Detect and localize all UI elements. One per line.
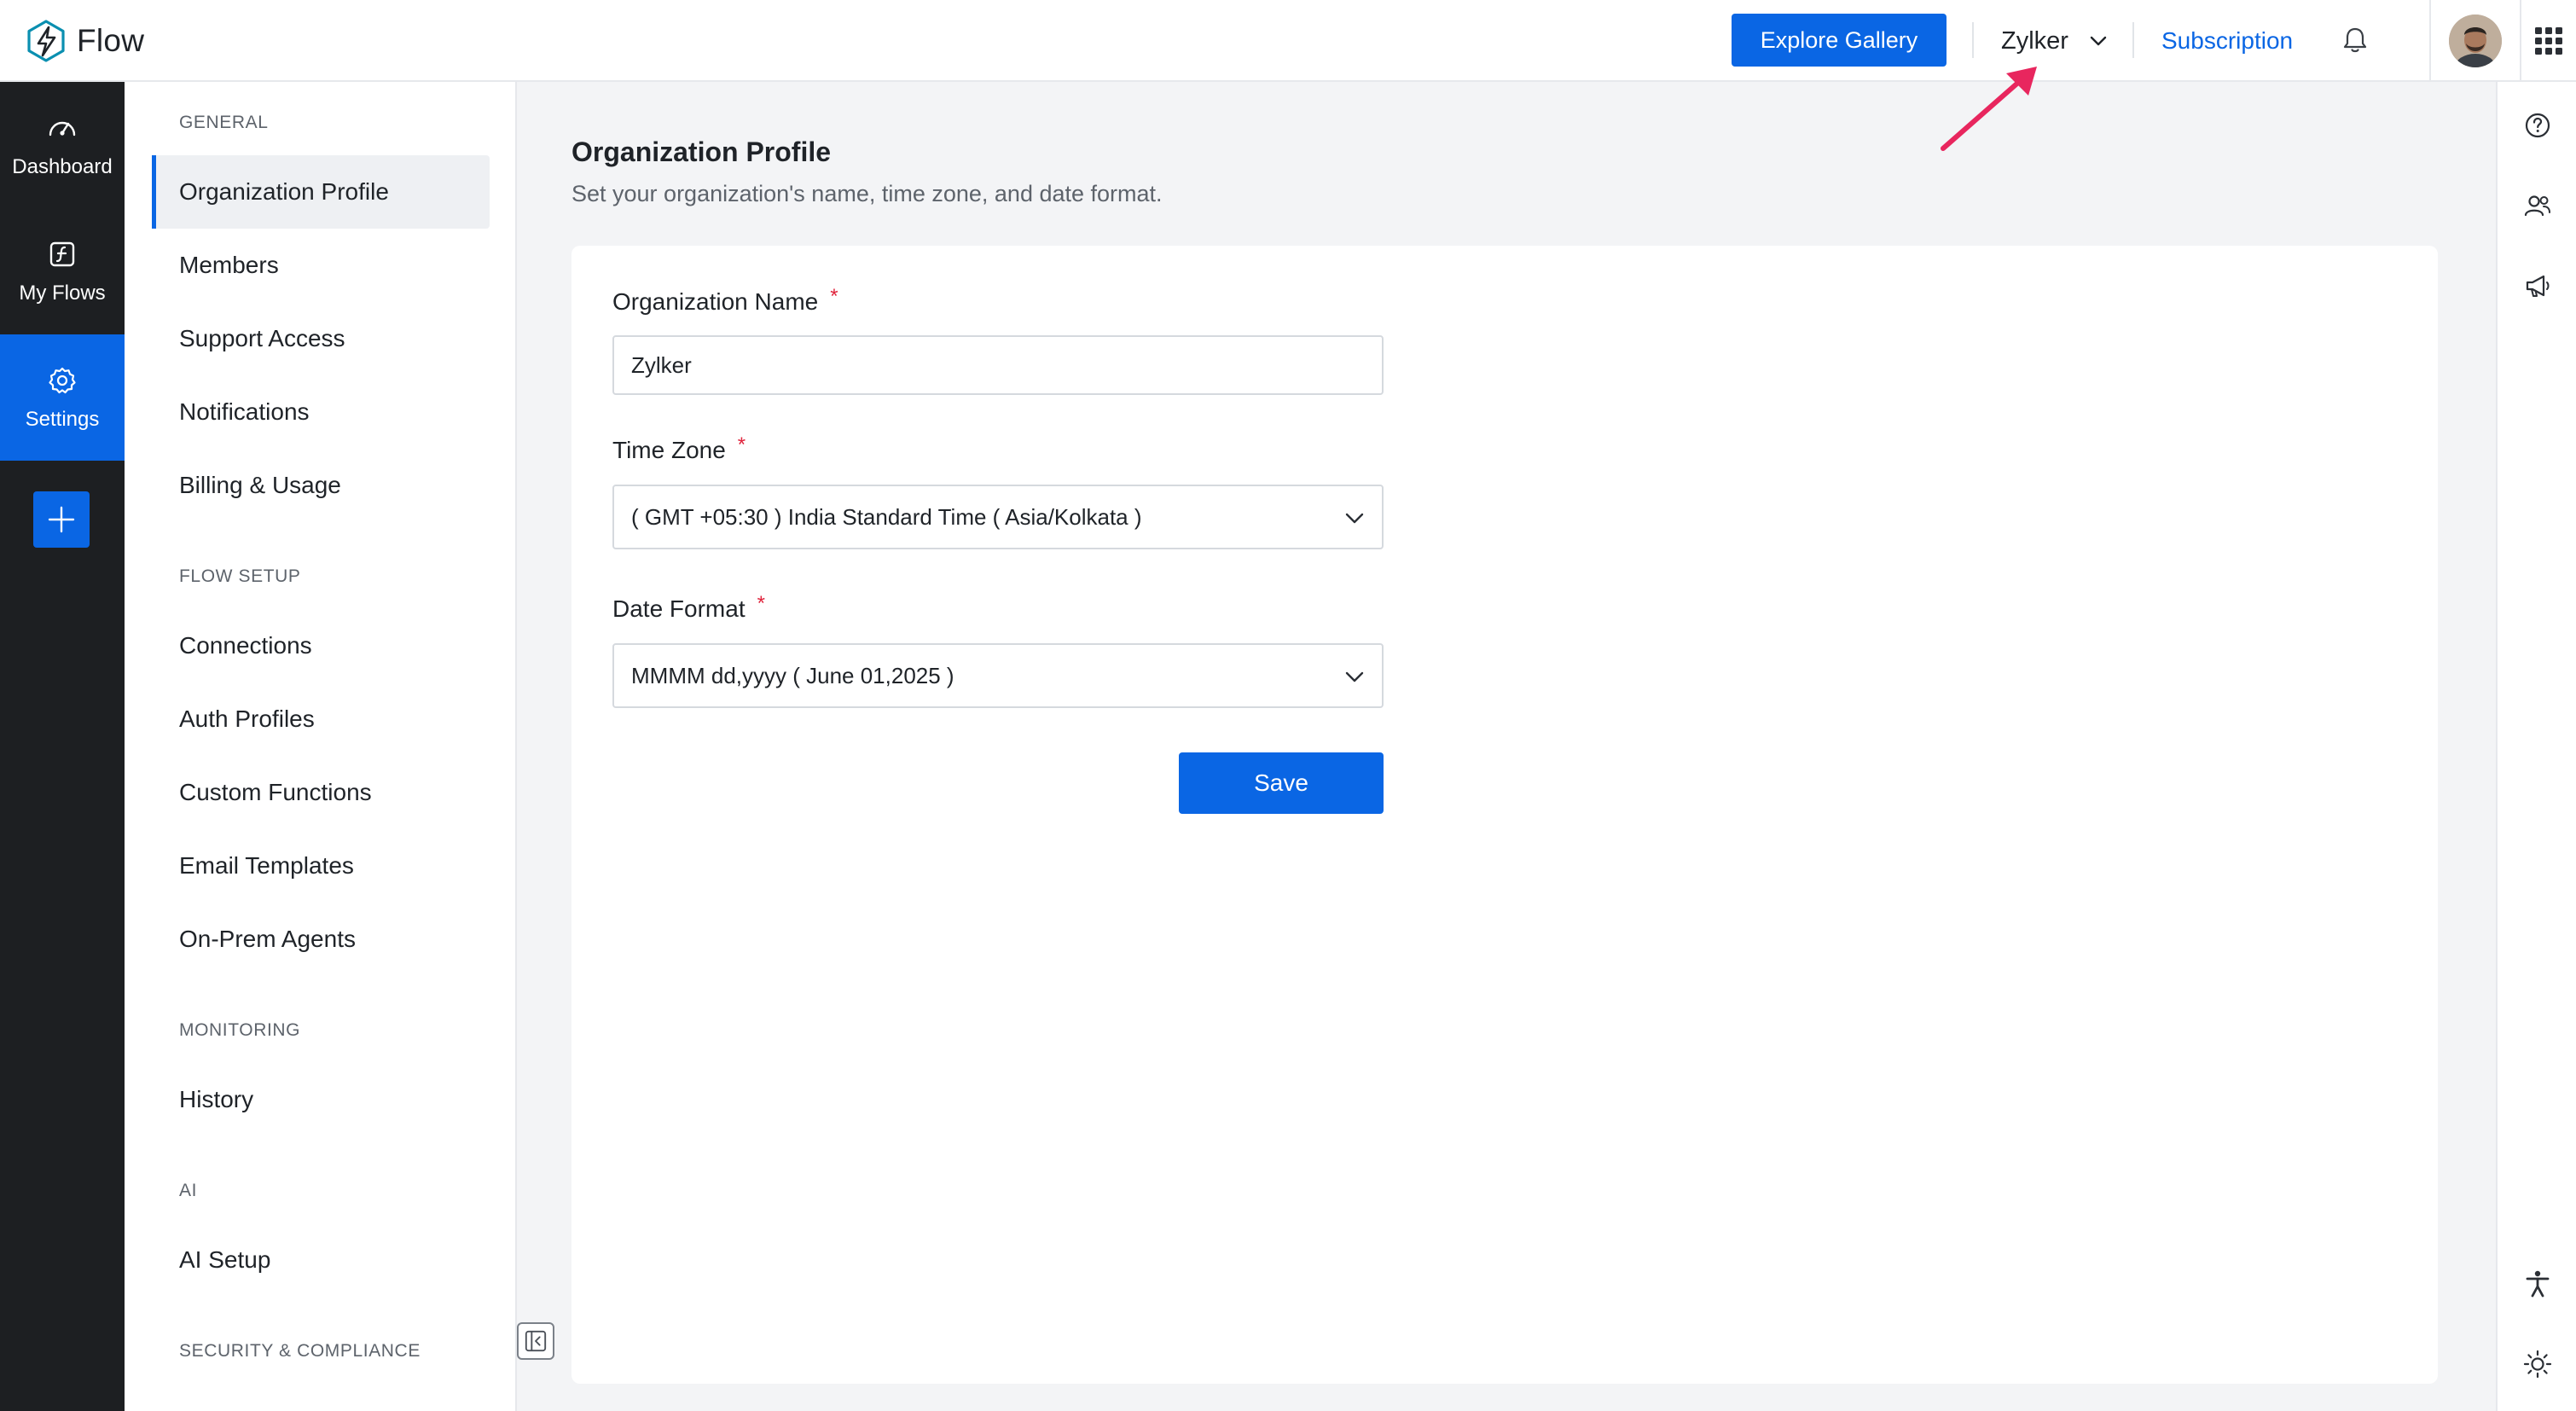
- sidebar-item-support-access[interactable]: Support Access: [152, 302, 490, 375]
- org-name-label: Organization Name *: [612, 285, 838, 316]
- community-icon[interactable]: [2521, 189, 2554, 222]
- create-button[interactable]: [33, 491, 90, 548]
- flow-logo-icon: [24, 19, 68, 63]
- divider: [2132, 22, 2134, 58]
- sidebar-item-email-templates[interactable]: Email Templates: [152, 829, 490, 903]
- section-heading-monitoring: MONITORING: [179, 1020, 301, 1040]
- plus-icon: [46, 504, 77, 535]
- timezone-select[interactable]: ( GMT +05:30 ) India Standard Time ( Asi…: [612, 485, 1384, 549]
- page-subtitle: Set your organization's name, time zone,…: [571, 181, 1163, 206]
- theme-sun-icon[interactable]: [2521, 1348, 2554, 1380]
- annotation-arrow-icon: [1936, 60, 2047, 155]
- primary-nav: Dashboard My Flows Settings: [0, 82, 125, 1411]
- org-profile-form: Organization Name * Time Zone * ( GMT +05:…: [571, 246, 2438, 1384]
- org-switcher[interactable]: Zylker: [2001, 20, 2109, 61]
- nav-item-my-flows[interactable]: My Flows: [0, 208, 125, 334]
- subscription-link[interactable]: Subscription: [2161, 20, 2293, 61]
- announcement-icon[interactable]: [2521, 270, 2554, 302]
- nav-item-dashboard[interactable]: Dashboard: [0, 82, 125, 208]
- required-mark: *: [830, 285, 838, 308]
- accessibility-icon[interactable]: [2521, 1268, 2554, 1300]
- app-grid-icon[interactable]: [2521, 0, 2576, 82]
- sidebar-item-members[interactable]: Members: [152, 229, 490, 302]
- org-name: Zylker: [2001, 26, 2068, 55]
- help-icon[interactable]: [2521, 109, 2554, 142]
- sidebar-item-on-prem-agents[interactable]: On-Prem Agents: [152, 903, 490, 976]
- field-label-text: Time Zone: [612, 437, 726, 463]
- collapse-sidebar-button[interactable]: [517, 1322, 554, 1360]
- org-name-input[interactable]: [612, 335, 1384, 395]
- date-format-value: MMMM dd,yyyy ( June 01,2025 ): [631, 662, 954, 688]
- section-heading-security-compliance: SECURITY & COMPLIANCE: [179, 1341, 421, 1361]
- field-label-text: Date Format: [612, 595, 746, 622]
- top-bar: Flow Explore Gallery Zylker Subscription: [0, 0, 2576, 82]
- date-format-select[interactable]: MMMM dd,yyyy ( June 01,2025 ): [612, 643, 1384, 708]
- nav-item-label: My Flows: [19, 282, 106, 305]
- required-mark: *: [757, 592, 765, 615]
- field-label-text: Organization Name: [612, 288, 819, 315]
- chevron-down-icon: [2068, 30, 2109, 52]
- sidebar-item-billing-usage[interactable]: Billing & Usage: [152, 449, 490, 522]
- gear-icon: [45, 363, 79, 408]
- sidebar-item-custom-functions[interactable]: Custom Functions: [152, 756, 490, 829]
- required-mark: *: [737, 433, 746, 456]
- section-heading-flow-setup: FLOW SETUP: [179, 566, 301, 586]
- app-name: Flow: [77, 23, 145, 58]
- section-heading-ai: AI: [179, 1181, 198, 1200]
- explore-gallery-button[interactable]: Explore Gallery: [1732, 14, 1947, 67]
- flow-function-icon: [45, 237, 79, 282]
- nav-item-label: Dashboard: [12, 155, 113, 178]
- speedometer-icon: [45, 111, 79, 155]
- sidebar-item-connections[interactable]: Connections: [152, 609, 490, 682]
- right-rail: [2496, 82, 2576, 1411]
- user-menu[interactable]: [2429, 0, 2521, 82]
- nav-item-label: Settings: [25, 408, 100, 431]
- timezone-label: Time Zone *: [612, 433, 746, 464]
- avatar: [2449, 15, 2502, 67]
- settings-sidebar: GENERAL Organization Profile Members Sup…: [125, 82, 517, 1411]
- page-title: Organization Profile: [571, 136, 832, 167]
- date-format-label: Date Format *: [612, 592, 765, 623]
- brand[interactable]: Flow: [24, 17, 144, 65]
- divider: [1972, 22, 1974, 58]
- collapse-left-icon: [524, 1329, 548, 1353]
- bell-icon[interactable]: [2339, 24, 2371, 56]
- nav-item-settings[interactable]: Settings: [0, 334, 125, 461]
- section-heading-general: GENERAL: [179, 113, 269, 132]
- save-button[interactable]: Save: [1179, 752, 1384, 814]
- sidebar-item-ai-setup[interactable]: AI Setup: [152, 1223, 490, 1297]
- timezone-value: ( GMT +05:30 ) India Standard Time ( Asi…: [631, 503, 1142, 530]
- sidebar-item-auth-profiles[interactable]: Auth Profiles: [152, 682, 490, 756]
- sidebar-item-notifications[interactable]: Notifications: [152, 375, 490, 449]
- sidebar-item-organization-profile[interactable]: Organization Profile: [152, 155, 490, 229]
- sidebar-item-history[interactable]: History: [152, 1063, 490, 1136]
